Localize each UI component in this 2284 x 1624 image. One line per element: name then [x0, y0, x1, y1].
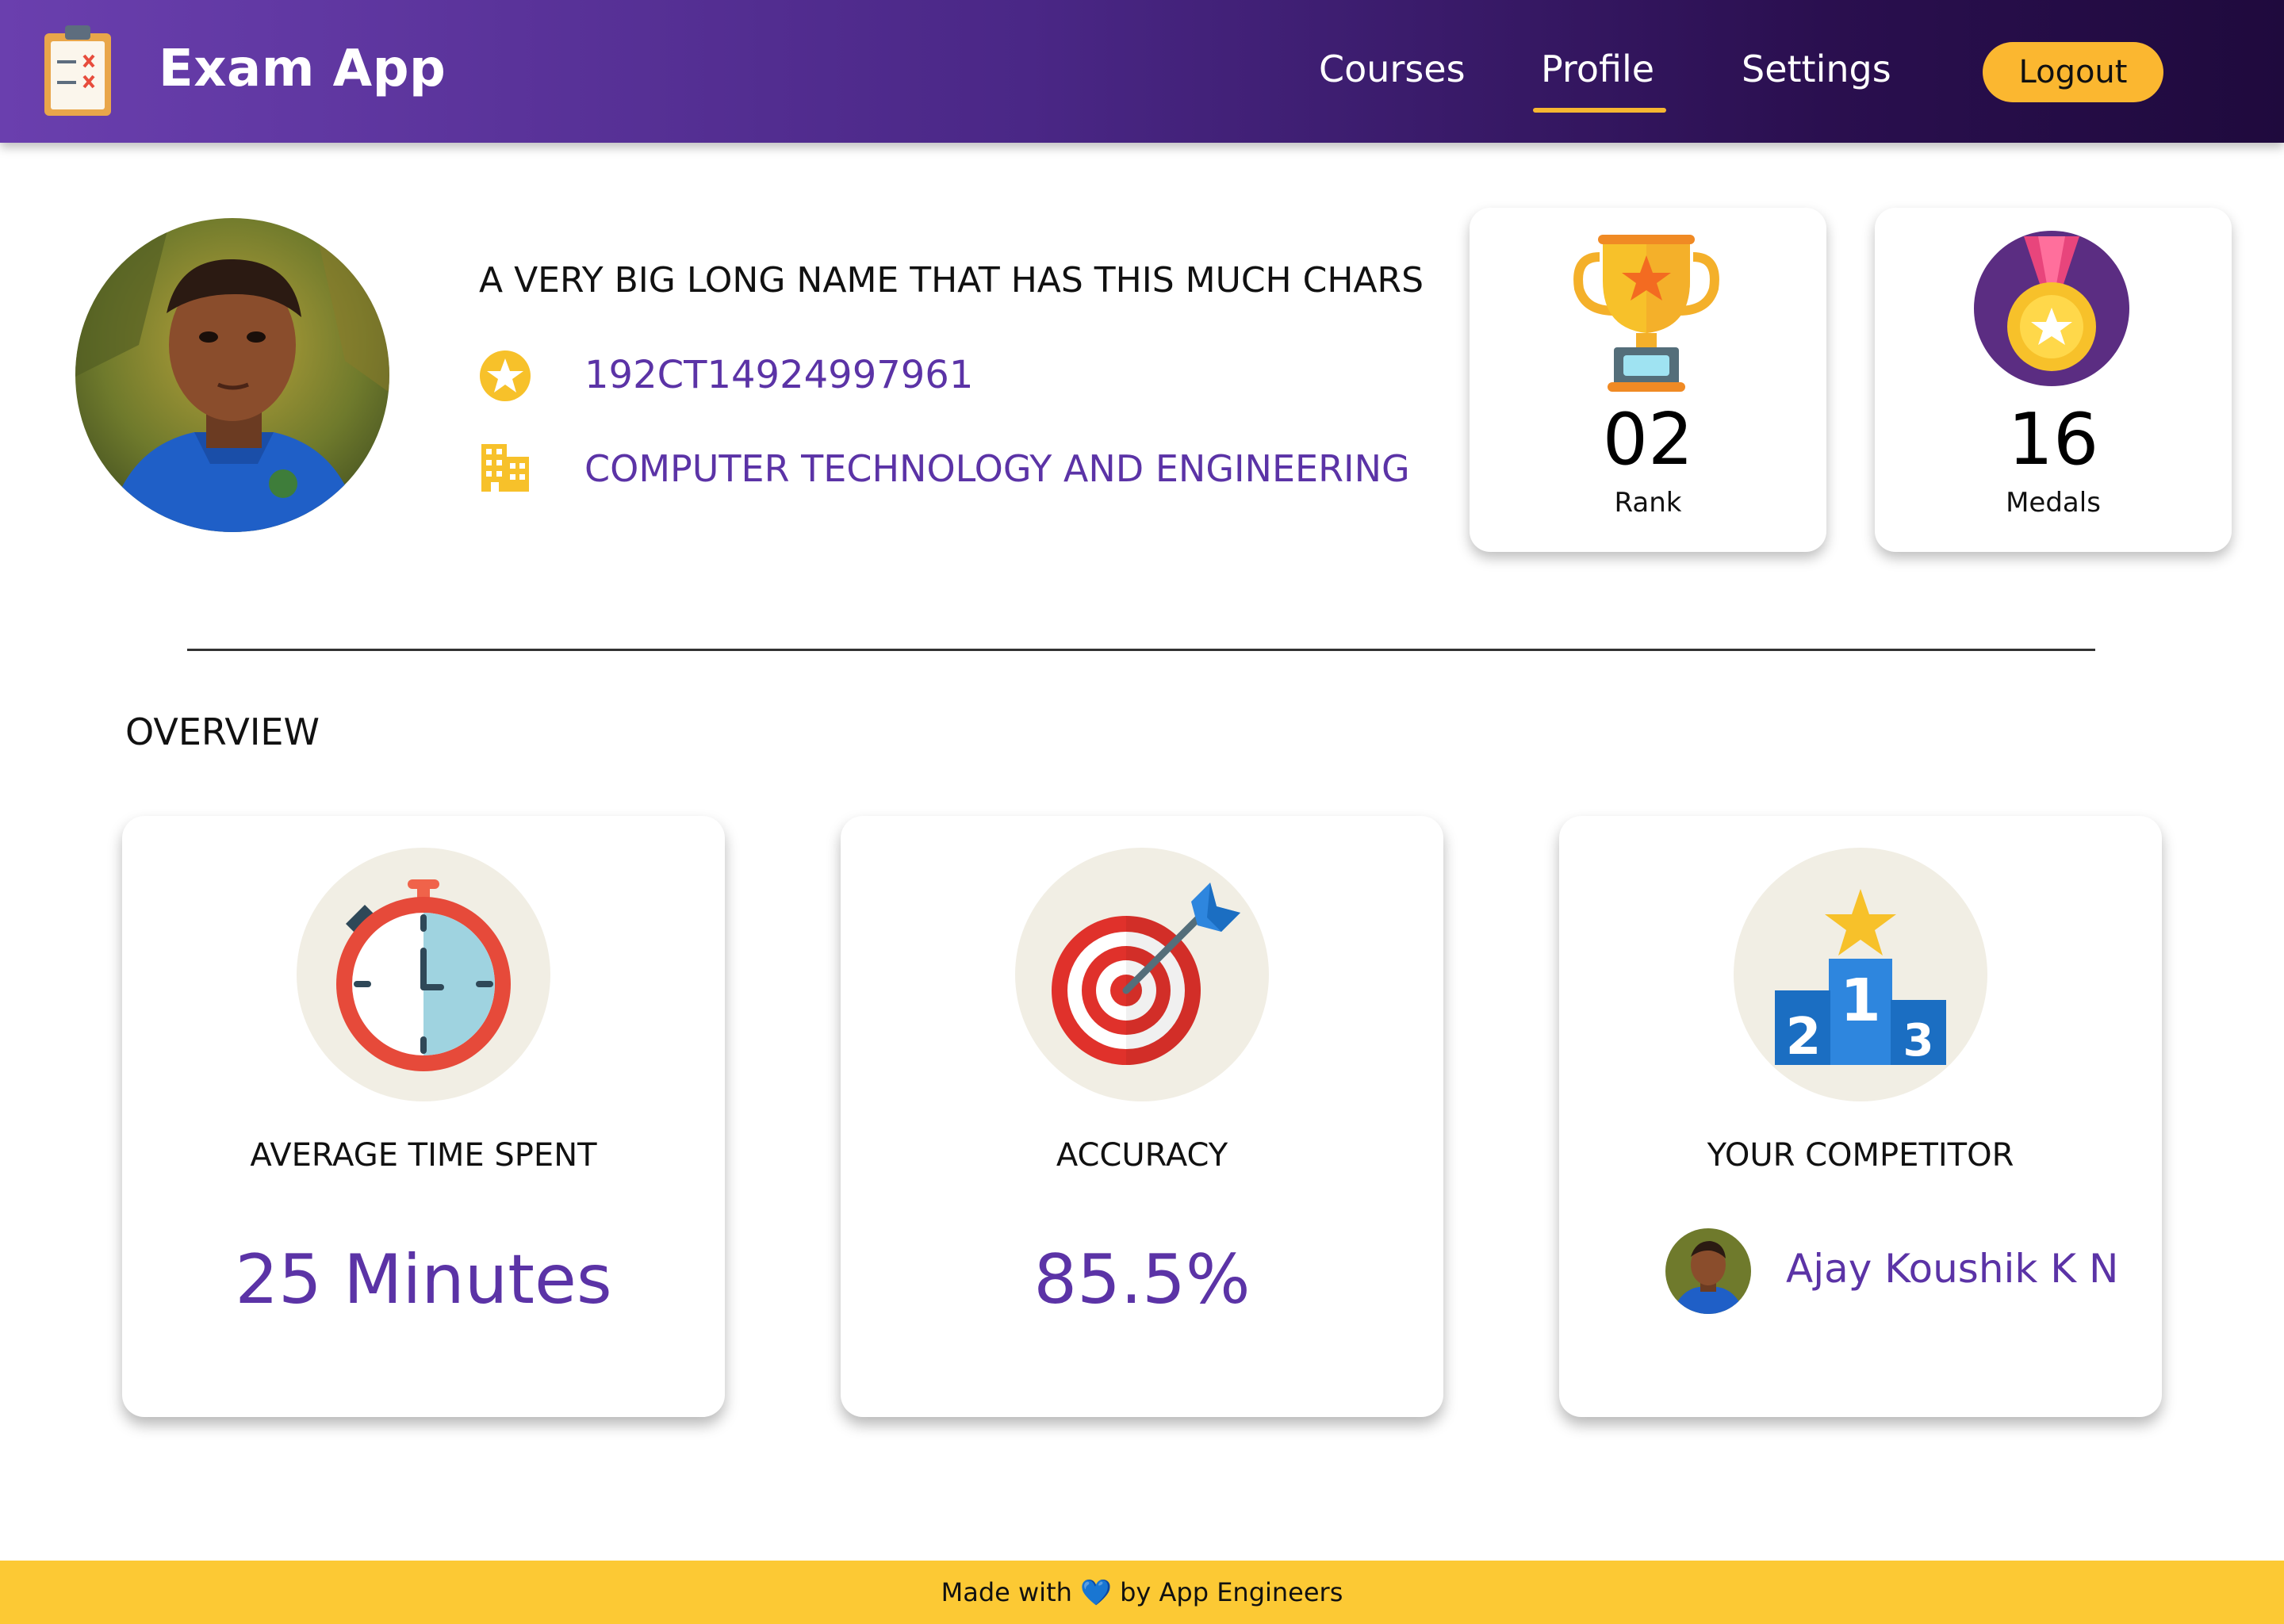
nav-profile[interactable]: Profile [1541, 48, 1654, 90]
app-title: Exam App [159, 40, 446, 98]
rank-value: 02 [1602, 398, 1694, 481]
target-icon [1052, 883, 1240, 1065]
heart-icon: 💙 [1080, 1577, 1112, 1607]
clipboard-icon [44, 25, 111, 116]
average-time-card: AVERAGE TIME SPENT 25 Minutes [122, 816, 725, 1417]
logout-button[interactable]: Logout [1983, 42, 2163, 102]
footer-suffix: by App Engineers [1120, 1577, 1343, 1607]
stopwatch-icon [336, 879, 511, 1071]
nav-settings[interactable]: Settings [1742, 48, 1891, 90]
svg-text:2: 2 [1786, 1008, 1822, 1067]
trophy-icon [1573, 235, 1719, 392]
nav-courses[interactable]: Courses [1319, 48, 1466, 90]
average-time-value: 25 Minutes [235, 1240, 612, 1320]
icon-circle [1015, 848, 1269, 1101]
competitor-title: YOUR COMPETITOR [1707, 1137, 2014, 1174]
icon-circle: 1 2 3 [1734, 848, 1987, 1101]
competitor-card: 1 2 3 YOUR COMPETITOR Ajay Koushik K N [1559, 816, 2162, 1417]
medals-card: 16 Medals [1875, 208, 2232, 552]
top-navbar: Exam App Courses Profile Settings Logout [0, 0, 2284, 143]
svg-text:3: 3 [1903, 1015, 1934, 1067]
accuracy-title: ACCURACY [1056, 1137, 1228, 1174]
active-nav-indicator [1533, 108, 1666, 113]
footer-prefix: Made with [941, 1577, 1072, 1607]
competitor-avatar[interactable] [1665, 1228, 1751, 1314]
overview-heading: OVERVIEW [125, 710, 320, 753]
icon-circle [297, 848, 550, 1101]
star-badge-icon [480, 350, 531, 401]
department: COMPUTER TECHNOLOGY AND ENGINEERING [584, 447, 1410, 490]
competitor-name[interactable]: Ajay Koushik K N [1786, 1246, 2118, 1292]
average-time-title: AVERAGE TIME SPENT [250, 1137, 597, 1174]
medals-label: Medals [2006, 487, 2101, 519]
podium-icon: 1 2 3 [1775, 889, 1946, 1067]
rank-card: 02 Rank [1470, 208, 1826, 552]
profile-name: A VERY BIG LONG NAME THAT HAS THIS MUCH … [479, 260, 1424, 301]
svg-text:1: 1 [1840, 967, 1881, 1035]
medal-icon [1974, 231, 2129, 386]
profile-avatar [75, 218, 389, 532]
building-icon [481, 444, 529, 492]
medals-value: 16 [2007, 398, 2099, 481]
student-id: 192CT14924997961 [584, 353, 974, 397]
section-divider [187, 649, 2095, 651]
accuracy-card: ACCURACY 85.5% [841, 816, 1443, 1417]
rank-label: Rank [1614, 487, 1682, 519]
accuracy-value: 85.5% [1033, 1240, 1251, 1320]
footer: Made with 💙 by App Engineers [0, 1561, 2284, 1624]
